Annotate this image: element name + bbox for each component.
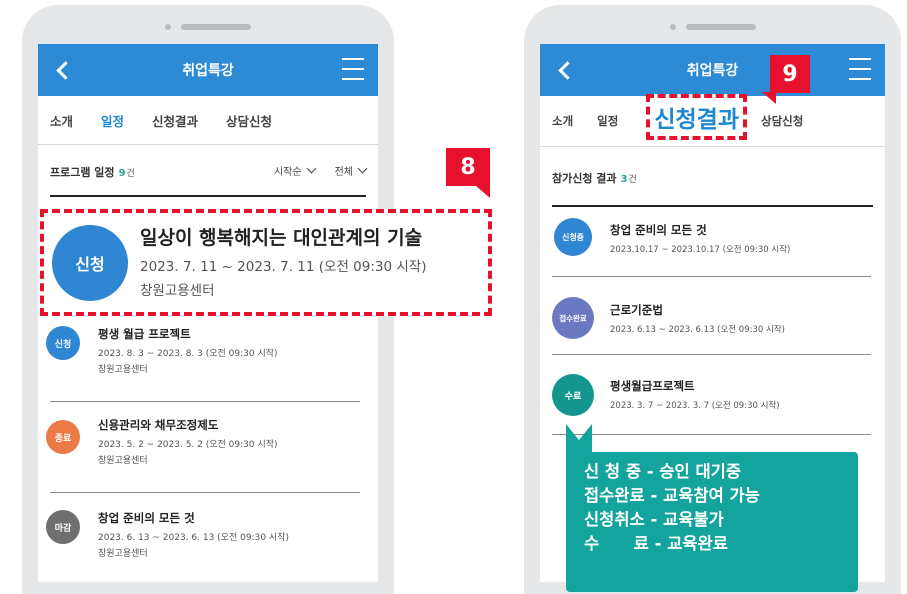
legend-line: 수 료 - 교육완료 [584,534,728,553]
tab-bar: 소개 일정 신청결과 상담신청 [540,94,885,147]
status-badge: 종료 [46,420,80,454]
item-place: 창원고용센터 [98,456,148,466]
status-badge: 신청 [46,326,80,360]
item-title: 평생 월급 프로젝트 [98,327,191,341]
chevron-down-icon [306,163,317,173]
item-date: 2023. 6. 13 ~ 2023. 6. 13 (오전 09:30 시작) [98,533,289,543]
divider [50,492,360,493]
item-place: 창원고용센터 [98,365,148,375]
item-title: 신용관리와 채무조정제도 [98,418,219,432]
list-title: 참가신청 결과 [552,171,617,185]
item-title: 평생월급프로젝트 [610,379,695,393]
highlight-date: 2023. 7. 11 ~ 2023. 7. 11 (오전 09:30 시작) [140,259,427,275]
divider [50,401,360,402]
status-badge-large: 신청 [52,225,128,301]
highlight-item[interactable]: 신청 일상이 행복해지는 대인관계의 기술 2023. 7. 11 ~ 2023… [40,209,492,316]
tab-schedule[interactable]: 일정 [597,113,618,129]
list-count: 3 [620,173,628,185]
header-divider [552,205,873,207]
step-badge-8: 8 [446,148,490,186]
item-date: 2023. 5. 2 ~ 2023. 5. 2 (오전 09:30 시작) [98,440,278,450]
page-title: 취업특강 [182,63,234,79]
item-date: 2023.10.17 ~ 2023.10.17 (오전 09:30 시작) [610,245,791,255]
tab-consult[interactable]: 상담신청 [761,113,803,129]
tab-intro[interactable]: 소개 [50,111,73,130]
divider [552,434,871,435]
legend-line: 접수완료 - 교육참여 가능 [584,486,760,505]
badge-pointer [476,186,490,198]
list-header: 참가신청 결과 3건 [540,147,885,205]
filter-dropdown[interactable]: 전체 [335,163,368,178]
status-badge: 접수완료 [552,297,594,339]
item-place: 창원고용센터 [98,549,148,559]
status-legend-callout: 신 청 중 - 승인 대기중 접수완료 - 교육참여 가능 신청취소 - 교육불… [566,452,858,592]
hamburger-menu-icon[interactable] [342,58,364,80]
status-badge: 수료 [552,374,594,416]
highlight-title: 일상이 행복해지는 대인관계의 기술 [140,227,423,249]
item-title: 창업 준비의 모든 것 [98,511,195,525]
hamburger-menu-icon[interactable] [849,58,871,80]
list-title: 프로그램 일정 [50,165,115,179]
step-badge-9: 9 [770,55,810,93]
item-title: 근로기준법 [610,303,663,317]
divider [552,276,871,277]
back-arrow-icon[interactable] [50,56,75,84]
app-bar: 취업특강 [540,44,885,96]
tab-intro[interactable]: 소개 [552,113,573,129]
header-divider [50,195,366,197]
badge-pointer [762,92,776,104]
tab-result[interactable]: 신청결과 [152,111,198,130]
phone-speaker [669,24,756,30]
app-bar: 취업특강 [38,44,378,96]
tab-bar: 소개 일정 신청결과 상담신청 [38,96,378,145]
tab-result[interactable]: 신청결과 [646,94,747,140]
list-header: 프로그램 일정 9건 시작순 전체 [38,145,378,195]
item-date: 2023. 8. 3 ~ 2023. 8. 3 (오전 09:30 시작) [98,349,278,359]
divider [552,354,871,355]
legend-line: 신청취소 - 교육불가 [584,510,724,529]
back-arrow-icon[interactable] [552,56,577,84]
highlight-place: 창원고용센터 [140,283,215,299]
page-title: 취업특강 [686,63,739,79]
chevron-down-icon [357,163,368,173]
item-date: 2023. 3. 7 ~ 2023. 3. 7 (오전 09:30 시작) [610,401,780,411]
list-count-unit: 건 [126,168,135,179]
list-count: 9 [118,167,126,179]
list-count-unit: 건 [628,174,637,185]
status-badge: 마감 [46,510,80,544]
item-date: 2023. 6.13 ~ 2023. 6.13 (오전 09:30 시작) [610,325,785,335]
phone-speaker [165,24,251,30]
sort-order-dropdown[interactable]: 시작순 [274,163,317,178]
status-badge: 신청중 [554,218,592,256]
tab-consult[interactable]: 상담신청 [226,111,272,130]
legend-line: 신 청 중 - 승인 대기중 [584,462,742,481]
item-title: 창업 준비의 모든 것 [610,223,707,237]
tab-schedule[interactable]: 일정 [101,111,124,130]
